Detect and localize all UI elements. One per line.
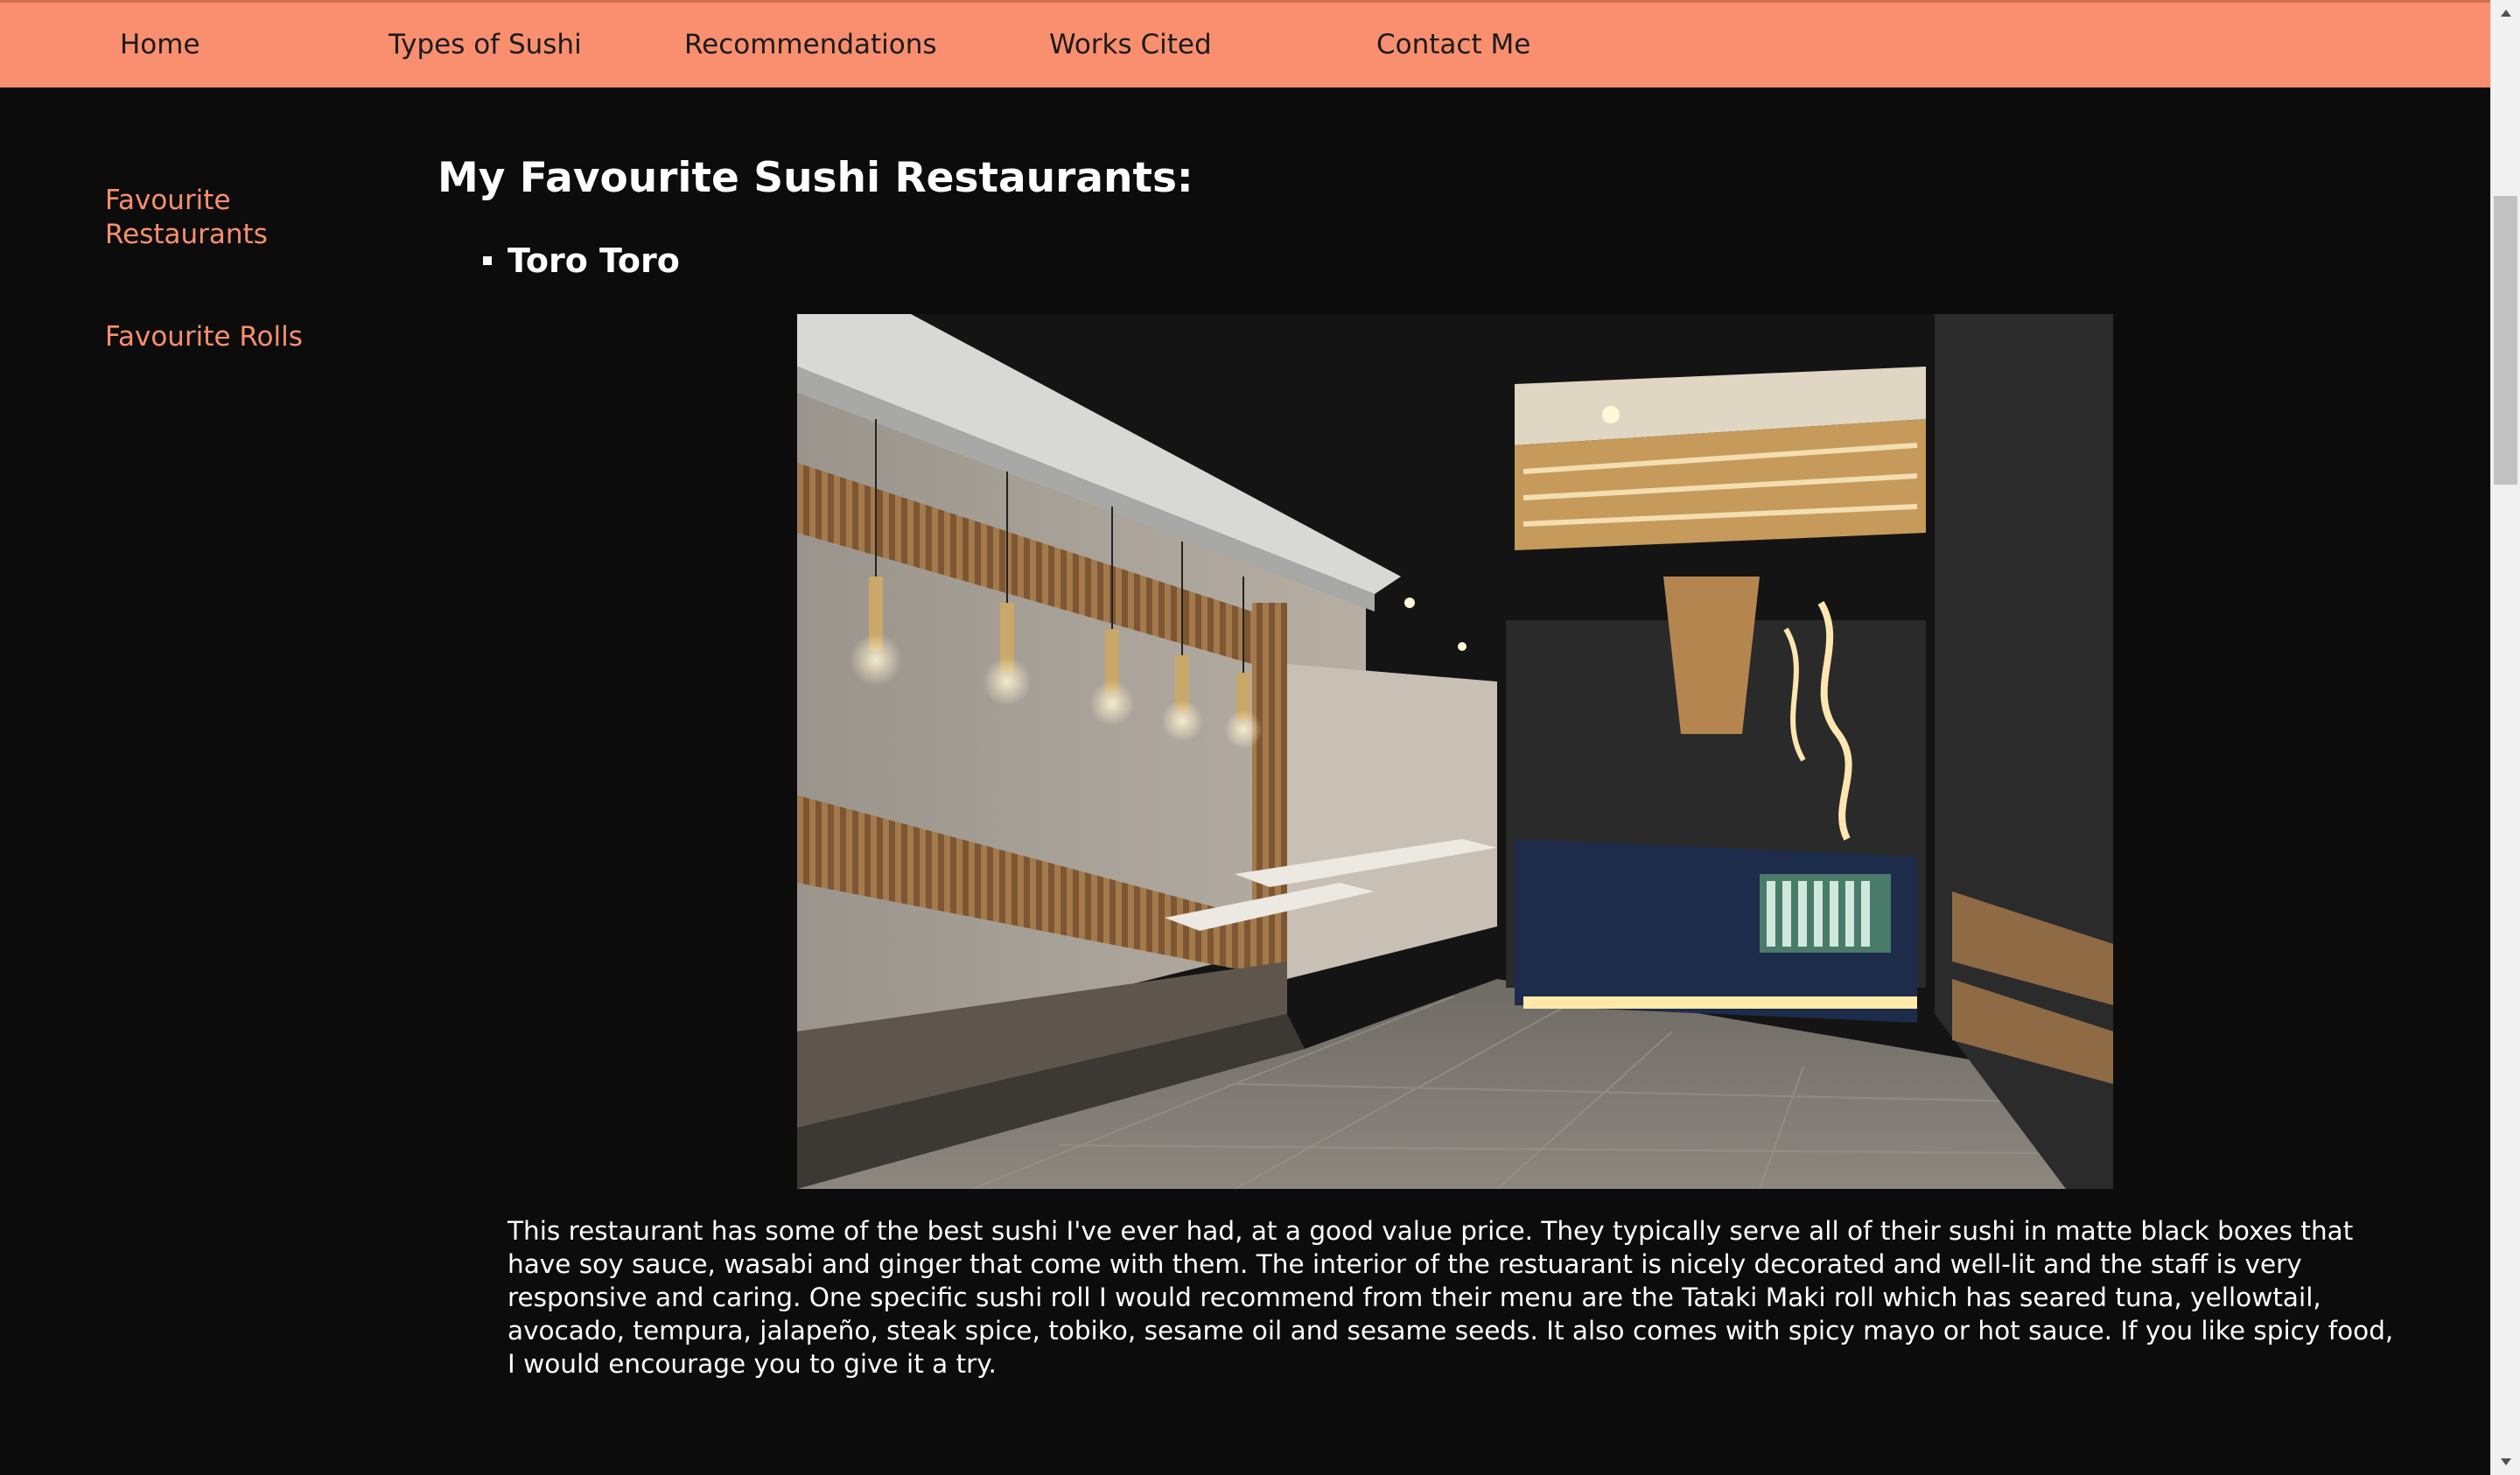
page-title: My Favourite Sushi Restaurants: [438, 154, 1194, 202]
restaurant-description: This restaurant has some of the best sus… [508, 1216, 2394, 1379]
top-nav: Home Types of Sushi Recommendations Work… [0, 0, 2490, 87]
nav-item-types-of-sushi[interactable]: Types of Sushi [388, 29, 582, 60]
restaurant-name: Toro Toro [508, 241, 680, 280]
restaurant-interior-photo [797, 314, 2113, 1189]
scroll-down-arrow-icon[interactable] [2491, 1449, 2520, 1475]
nav-item-contact-me[interactable]: Contact Me [1376, 29, 1530, 60]
nav-item-home[interactable]: Home [120, 29, 200, 60]
nav-item-works-cited[interactable]: Works Cited [1049, 29, 1212, 60]
sidebar-item-favourite-restaurants[interactable]: Favourite Restaurants [105, 184, 280, 252]
page: Home Types of Sushi Recommendations Work… [0, 0, 2490, 1475]
scrollbar-thumb[interactable] [2494, 196, 2517, 485]
list-bullet [483, 256, 492, 265]
sidebar-item-favourite-rolls[interactable]: Favourite Rolls [105, 320, 303, 354]
vertical-scrollbar[interactable] [2490, 0, 2520, 1475]
scroll-up-arrow-icon[interactable] [2491, 0, 2520, 26]
nav-item-recommendations[interactable]: Recommendations [684, 29, 937, 60]
